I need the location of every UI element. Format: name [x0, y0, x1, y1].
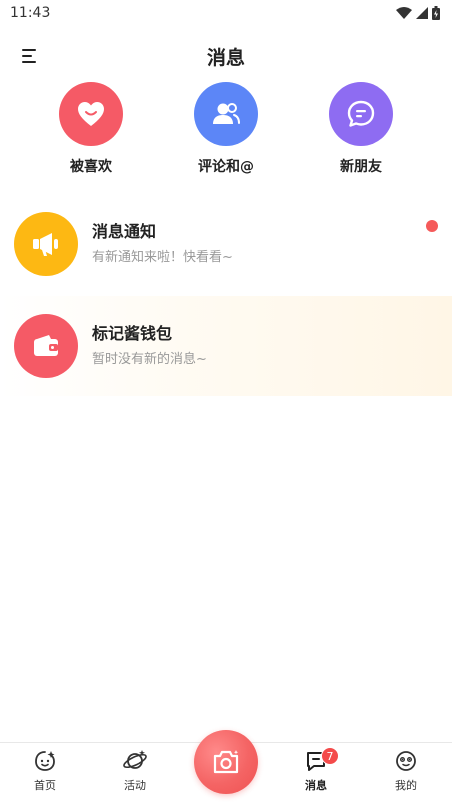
unread-count-badge: 7: [321, 747, 339, 765]
notification-avatar: [14, 212, 78, 276]
planet-icon: [123, 750, 147, 769]
unread-dot: [426, 220, 438, 232]
users-icon: [213, 103, 240, 124]
camera-icon: [213, 750, 239, 774]
quick-action-label: 评论和@: [198, 159, 254, 175]
status-icons: [396, 6, 440, 20]
tab-label: 活动: [124, 779, 146, 792]
quick-action-new-friends[interactable]: 新朋友: [306, 82, 416, 176]
message-item-notifications[interactable]: 消息通知 有新通知来啦！快看看~: [0, 194, 452, 294]
chat-bubble-icon: [347, 100, 375, 127]
heart-smile-icon: [78, 102, 104, 126]
message-subtitle: 暂时没有新的消息~: [92, 352, 207, 367]
quick-action-comments[interactable]: 评论和@: [171, 82, 281, 176]
battery-icon: [432, 6, 440, 20]
new-friends-circle: [329, 82, 393, 146]
tab-messages[interactable]: 7 消息: [281, 747, 351, 793]
liked-circle: [59, 82, 123, 146]
tab-profile[interactable]: 我的: [371, 749, 441, 793]
page-title: 消息: [206, 46, 245, 69]
comments-circle: [194, 82, 258, 146]
tab-label: 首页: [34, 779, 56, 792]
menu-button[interactable]: [20, 46, 42, 66]
camera-button[interactable]: [194, 730, 258, 794]
signal-icon: [416, 7, 428, 19]
tab-label: 我的: [395, 779, 417, 792]
message-title: 标记酱钱包: [92, 324, 173, 343]
home-face-icon: [35, 751, 55, 771]
quick-action-label: 新朋友: [340, 159, 382, 175]
wifi-icon: [396, 7, 412, 19]
quick-actions: 被喜欢 评论和@ 新朋友: [0, 82, 452, 182]
wallet-avatar: [14, 314, 78, 378]
status-time: 11:43: [10, 5, 51, 21]
header: 消息: [0, 38, 452, 74]
message-subtitle: 有新通知来啦！快看看~: [92, 250, 233, 265]
profile-face-icon: [396, 751, 416, 771]
message-title: 消息通知: [92, 222, 157, 241]
wallet-icon: [34, 335, 58, 356]
message-item-wallet[interactable]: 标记酱钱包 暂时没有新的消息~: [0, 296, 452, 396]
megaphone-icon: [33, 233, 58, 256]
tab-activity[interactable]: 活动: [100, 749, 170, 793]
status-bar: 11:43: [0, 0, 452, 26]
tab-home[interactable]: 首页: [10, 749, 80, 793]
menu-icon: [22, 49, 36, 63]
quick-action-liked[interactable]: 被喜欢: [36, 82, 146, 176]
quick-action-label: 被喜欢: [70, 159, 112, 175]
tab-label: 消息: [305, 779, 327, 792]
